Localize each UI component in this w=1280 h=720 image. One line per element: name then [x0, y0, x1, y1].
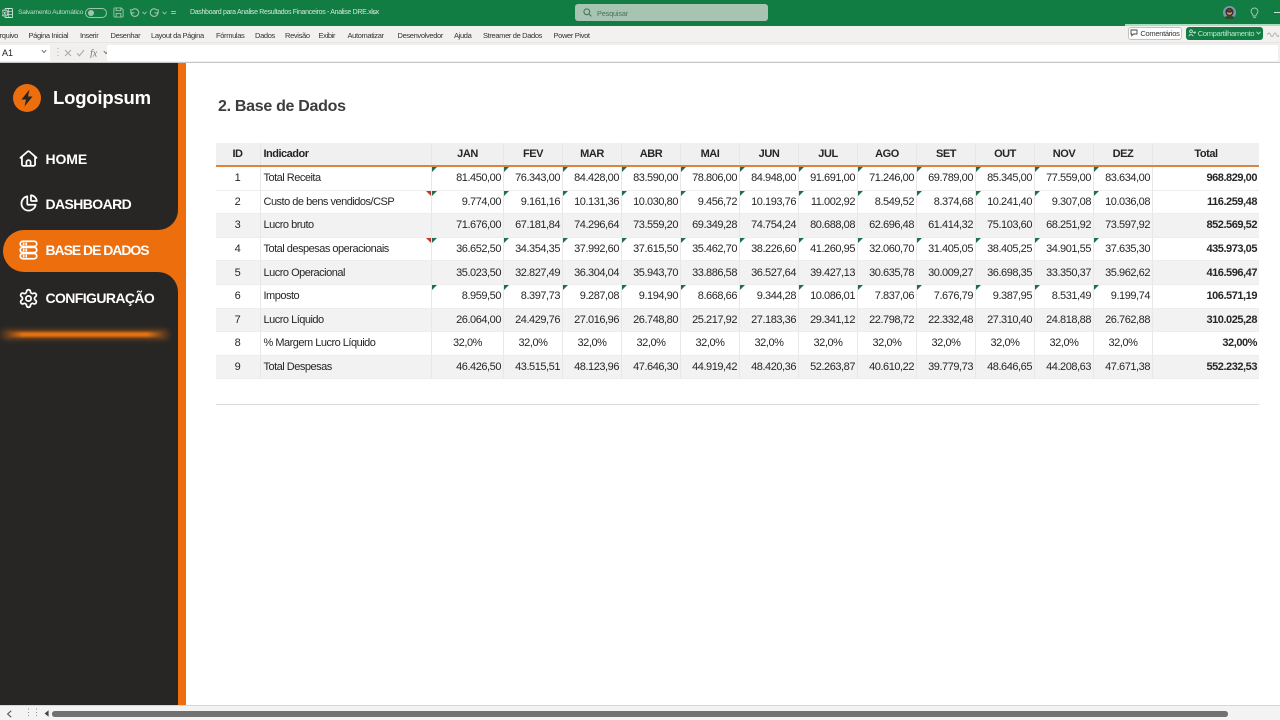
svg-text:fx: fx [90, 49, 98, 59]
